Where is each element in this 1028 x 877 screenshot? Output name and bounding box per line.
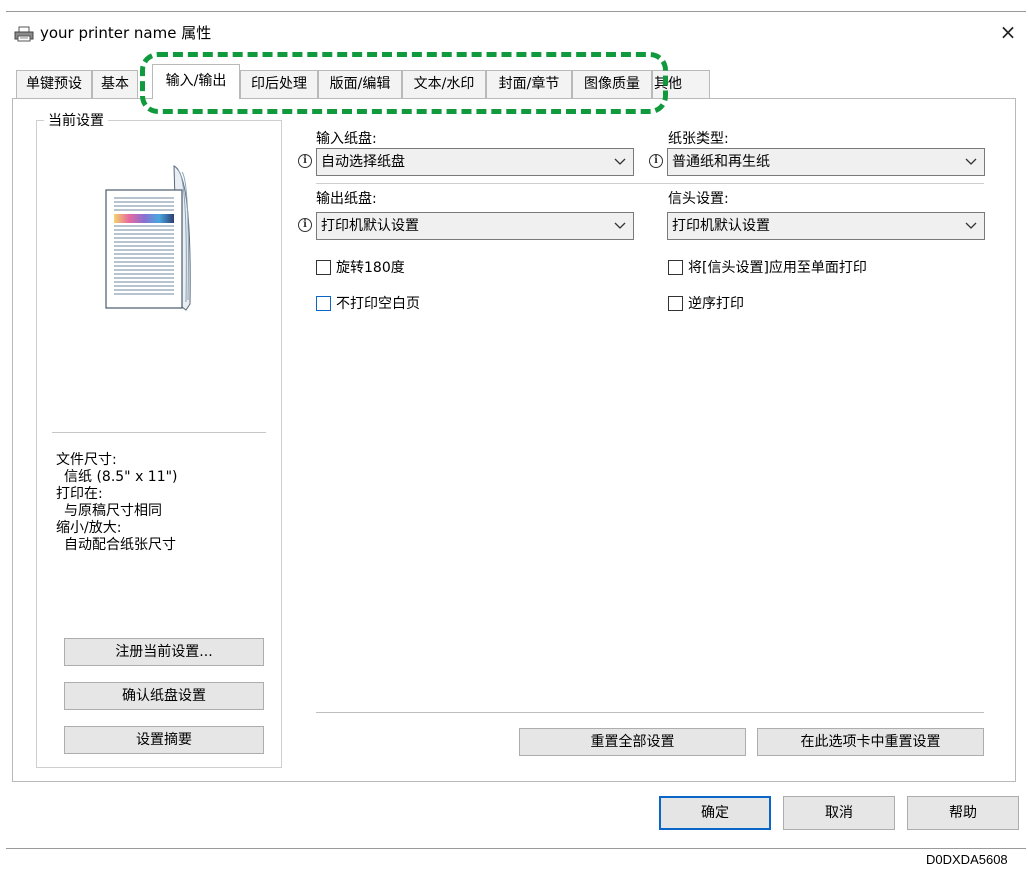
document-preview-icon — [105, 165, 191, 311]
doc-size-value: 信纸 (8.5" x 11") — [64, 469, 178, 485]
output-tray-info-icon[interactable]: i — [298, 218, 312, 232]
paper-type-label: 纸张类型: — [668, 131, 729, 147]
fields-separator — [316, 183, 984, 184]
reset-all-button[interactable]: 重置全部设置 — [519, 728, 746, 756]
tabs-highlight-callout — [140, 52, 668, 114]
doc-size-label: 文件尺寸: — [56, 452, 117, 468]
paper-type-value: 普通纸和再生纸 — [672, 154, 770, 170]
window-title: your printer name 属性 — [40, 24, 212, 42]
letterhead-value: 打印机默认设置 — [672, 218, 770, 234]
cancel-button[interactable]: 取消 — [783, 796, 895, 830]
paper-type-select[interactable]: 普通纸和再生纸 — [667, 148, 985, 176]
window-bottom-border — [6, 848, 1026, 849]
chevron-down-icon — [614, 158, 626, 165]
printer-icon — [14, 26, 34, 42]
skip-blank-checkbox-row[interactable]: 不打印空白页 — [316, 294, 516, 314]
zoom-label: 缩小/放大: — [56, 520, 122, 536]
tab-one-click-presets[interactable]: 单键预设 — [16, 70, 92, 98]
apply-letterhead-label: 将[信头设置]应用至单面打印 — [688, 260, 867, 276]
input-tray-select[interactable]: 自动选择纸盘 — [316, 148, 634, 176]
skip-blank-label: 不打印空白页 — [336, 296, 420, 312]
skip-blank-checkbox[interactable] — [316, 296, 331, 311]
output-tray-value: 打印机默认设置 — [321, 218, 419, 234]
letterhead-select[interactable]: 打印机默认设置 — [667, 212, 985, 240]
current-settings-legend: 当前设置 — [44, 112, 108, 130]
rotate180-checkbox-row[interactable]: 旋转180度 — [316, 258, 516, 278]
print-on-value: 与原稿尺寸相同 — [64, 503, 162, 519]
chevron-down-icon — [965, 158, 977, 165]
bottom-separator — [316, 712, 984, 713]
help-button[interactable]: 帮助 — [907, 796, 1019, 830]
confirm-tray-settings-button[interactable]: 确认纸盘设置 — [64, 682, 264, 710]
window-top-border — [6, 11, 1026, 12]
zoom-value: 自动配合纸张尺寸 — [64, 537, 176, 553]
settings-summary-button[interactable]: 设置摘要 — [64, 726, 264, 754]
print-on-label: 打印在: — [56, 486, 103, 502]
info-separator — [52, 432, 266, 433]
apply-letterhead-checkbox[interactable] — [668, 260, 683, 275]
chevron-down-icon — [614, 222, 626, 229]
reverse-order-checkbox-row[interactable]: 逆序打印 — [668, 294, 868, 314]
close-button[interactable]: × — [994, 18, 1022, 46]
input-tray-value: 自动选择纸盘 — [321, 154, 405, 170]
figure-code: D0DXDA5608 — [926, 852, 1008, 867]
input-tray-label: 输入纸盘: — [316, 131, 377, 147]
reset-tab-button[interactable]: 在此选项卡中重置设置 — [757, 728, 984, 756]
chevron-down-icon — [965, 222, 977, 229]
ok-button[interactable]: 确定 — [659, 796, 771, 830]
rotate180-checkbox[interactable] — [316, 260, 331, 275]
paper-type-info-icon[interactable]: i — [649, 154, 663, 168]
apply-letterhead-checkbox-row[interactable]: 将[信头设置]应用至单面打印 — [668, 258, 968, 278]
reverse-order-label: 逆序打印 — [688, 296, 744, 312]
output-tray-label: 输出纸盘: — [316, 191, 377, 207]
reverse-order-checkbox[interactable] — [668, 296, 683, 311]
register-current-settings-button[interactable]: 注册当前设置... — [64, 638, 264, 666]
tab-basic[interactable]: 基本 — [92, 70, 138, 98]
rotate180-label: 旋转180度 — [336, 260, 405, 276]
input-tray-info-icon[interactable]: i — [298, 154, 312, 168]
letterhead-label: 信头设置: — [668, 191, 729, 207]
output-tray-select[interactable]: 打印机默认设置 — [316, 212, 634, 240]
